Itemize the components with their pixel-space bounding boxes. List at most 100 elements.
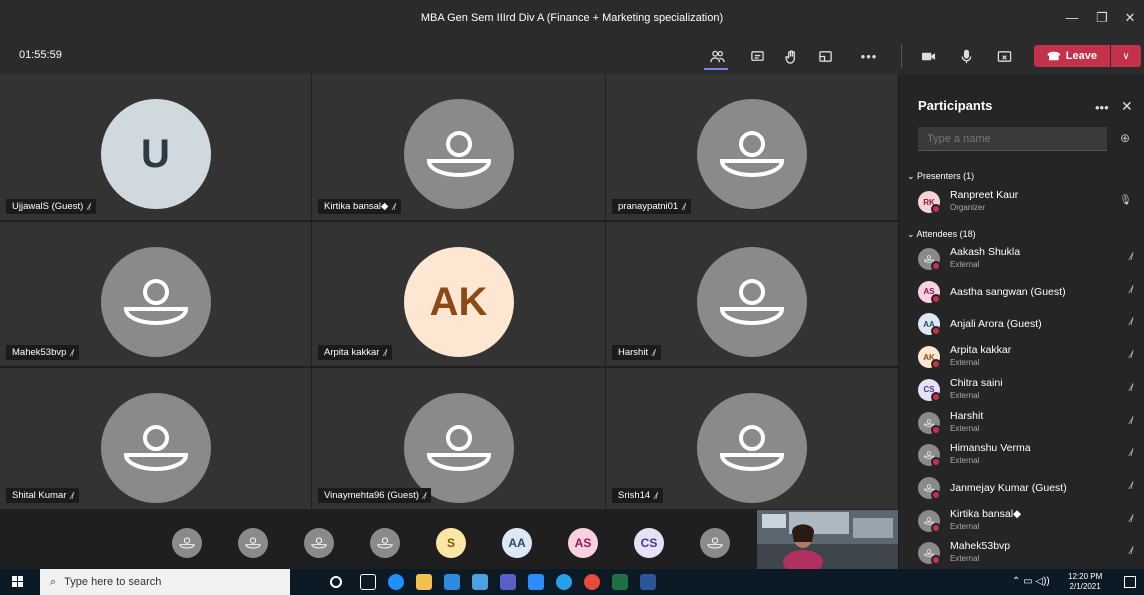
collapse-chevron-icon: ⌄ [907,171,918,181]
mic-muted-icon[interactable]: ⁄̸ [1130,546,1132,557]
participant-list-item[interactable]: Mahek53bvp External ⁄̸ [918,538,1136,568]
participants-icon[interactable] [706,46,728,66]
chrome-icon[interactable] [584,574,600,590]
participant-video-tile[interactable]: pranaypatni01 ⁄̸ [606,74,898,220]
presence-busy-icon [931,391,941,402]
overflow-person-avatar-icon[interactable] [238,528,268,558]
overflow-person-avatar-icon[interactable] [370,528,400,558]
participant-name-label: Vinaymehta96 (Guest) ⁄̸ [318,488,432,503]
mic-muted-icon[interactable]: ⁄̸ [1130,448,1132,459]
mic-muted-icon: ⁄̸ [384,347,386,358]
system-tray-icons[interactable]: ⌃ ▭ ◁)) [1012,576,1050,587]
leave-options-chevron-icon[interactable]: ∨ [1111,45,1141,67]
participant-list-item[interactable]: AA Anjali Arora (Guest) ⁄̸ [918,309,1136,339]
breakout-rooms-icon[interactable] [814,46,836,66]
taskbar-clock[interactable]: 12:20 PM 2/1/2021 [1068,572,1102,592]
more-actions-icon[interactable]: ••• [858,46,880,66]
participant-list-item[interactable]: Janmejay Kumar (Guest) ⁄̸ [918,473,1136,503]
mic-muted-icon[interactable]: ⁄̸ [1130,317,1132,328]
mail-icon[interactable] [472,574,488,590]
raise-hand-icon[interactable] [780,46,802,66]
default-person-avatar-icon [403,393,514,503]
presence-busy-icon [931,261,941,271]
mic-muted-icon[interactable]: ⁄̸ [1130,383,1132,394]
participant-video-tile[interactable]: Mahek53bvp ⁄̸ [0,222,311,366]
camera-icon[interactable] [917,46,939,66]
participant-video-tile[interactable]: Vinaymehta96 (Guest) ⁄̸ [312,368,605,509]
mic-muted-icon[interactable]: ⁄̸ [1130,252,1132,263]
attendees-section-header[interactable]: ⌄ Attendees (18) [907,229,976,240]
overflow-participant-avatar[interactable]: AS [568,528,598,558]
phone-hangup-icon: ☎ [1047,50,1061,63]
microphone-on-icon[interactable]: 🎙︎ [1119,195,1132,206]
leave-button[interactable]: ☎ Leave [1034,45,1110,67]
panel-more-icon[interactable]: ••• [1095,100,1109,115]
participant-name-label: Harshit ⁄̸ [612,345,661,360]
mic-muted-icon[interactable]: ⁄̸ [1130,416,1132,427]
participant-name: Srish14 [618,490,651,501]
participant-video-tile[interactable]: Harshit ⁄̸ [606,222,898,366]
window-title: MBA Gen Sem IIIrd Div A (Finance + Marke… [420,12,724,24]
notifications-icon[interactable] [1124,576,1136,588]
mic-muted-icon[interactable]: ⁄̸ [1130,285,1132,296]
participant-list-item[interactable]: AK Arpita kakkar External ⁄̸ [918,342,1136,372]
overflow-participant-avatar[interactable]: AA [502,528,532,558]
participant-list-item[interactable]: CS Chitra saini External ⁄̸ [918,375,1136,405]
windows-start-icon[interactable] [12,576,24,588]
participant-list-item[interactable]: Himanshu Verma External ⁄̸ [918,440,1136,470]
file-explorer-icon[interactable] [416,574,432,590]
zoom-icon[interactable] [528,574,544,590]
participant-name-label: pranaypatni01 ⁄̸ [612,199,691,214]
participant-search-input[interactable] [918,127,1107,151]
cortana-icon[interactable] [330,576,342,588]
participant-list-item[interactable]: Kirtika bansal◆ External ⁄̸ [918,506,1136,536]
participant-list-item[interactable]: RK Ranpreet Kaur Organizer 🎙︎ [918,187,1136,217]
participant-list-name: Harshit [950,409,984,422]
excel-icon[interactable] [612,574,628,590]
participant-video-tile[interactable]: Shital Kumar ⁄̸ [0,368,311,509]
participant-name: pranaypatni01 [618,201,679,212]
participant-video-tile[interactable]: Srish14 ⁄̸ [606,368,898,509]
maximize-icon[interactable]: ❐ [1092,10,1112,26]
chat-icon[interactable] [746,46,768,66]
participant-video-tile[interactable]: AK Arpita kakkar ⁄̸ [312,222,605,366]
store-icon[interactable] [444,574,460,590]
mic-muted-icon: ⁄̸ [393,201,395,212]
overflow-person-avatar-icon[interactable] [172,528,202,558]
mic-muted-icon[interactable]: ⁄̸ [1130,350,1132,361]
windows-taskbar: ⌕ Type here to search ⌃ ▭ ◁)) 12:20 PM 2… [0,569,1144,595]
mic-muted-icon[interactable]: ⁄̸ [1130,481,1132,492]
participant-role: External [950,358,980,368]
task-view-icon[interactable] [360,574,376,590]
word-icon[interactable] [640,574,656,590]
edge-icon[interactable] [388,574,404,590]
browser-icon[interactable] [556,574,572,590]
share-screen-icon[interactable] [993,46,1015,66]
participant-list-item[interactable]: Aakash Shukla External ⁄̸ [918,244,1136,274]
overflow-participant-avatar[interactable]: CS [634,528,664,558]
panel-close-icon[interactable]: ✕ [1121,98,1133,115]
participant-list-item[interactable]: Harshit External ⁄̸ [918,408,1136,438]
mic-muted-icon: ⁄̸ [655,490,657,501]
taskbar-search-box[interactable]: ⌕ Type here to search [40,569,290,595]
overflow-person-avatar-icon[interactable] [304,528,334,558]
presenters-section-header[interactable]: ⌄ Presenters (1) [907,171,974,182]
self-view-video[interactable] [757,510,898,569]
participant-list-name: Janmejay Kumar (Guest) [950,481,1067,494]
overflow-participant-avatar[interactable]: S [436,528,466,558]
mic-muted-icon[interactable]: ⁄̸ [1130,514,1132,525]
participant-list-item[interactable]: AS Aastha sangwan (Guest) ⁄̸ [918,277,1136,307]
participant-video-tile[interactable]: U UjjawalS (Guest) ⁄̸ [0,74,311,220]
close-window-icon[interactable]: ✕ [1120,10,1140,26]
minimize-icon[interactable]: — [1062,10,1082,25]
participant-name-label: Kirtika bansal◆ ⁄̸ [318,199,401,214]
microphone-icon[interactable] [955,46,977,66]
presence-busy-icon [931,326,941,337]
share-invite-link-icon[interactable]: ⊕ [1120,131,1130,145]
participant-name-label: Srish14 ⁄̸ [612,488,663,503]
teams-icon[interactable] [500,574,516,590]
overflow-person-avatar-icon[interactable] [700,528,730,558]
participant-role: External [950,423,980,433]
participant-list-name: Kirtika bansal◆ [950,507,1022,520]
participant-video-tile[interactable]: Kirtika bansal◆ ⁄̸ [312,74,605,220]
